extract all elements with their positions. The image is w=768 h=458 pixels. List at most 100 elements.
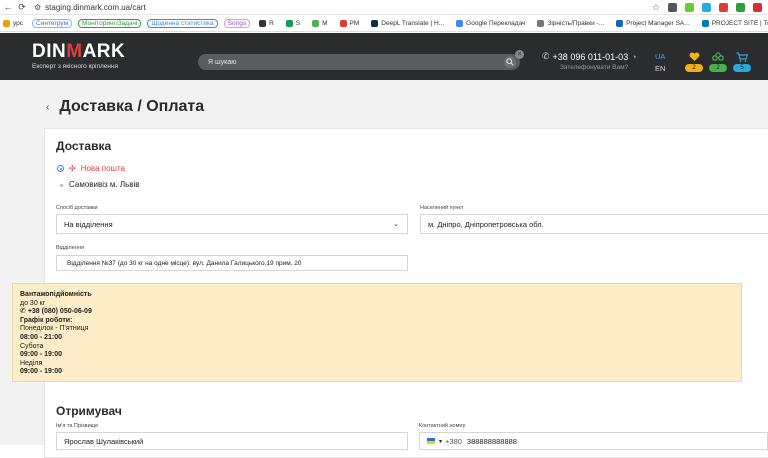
browser-toolbar: ← ⟳ ⚙ staging.dinmark.com.ua/cart ☆ (0, 0, 768, 15)
compare-button[interactable]: 2 (709, 52, 727, 72)
back-icon[interactable]: ‹ (46, 102, 49, 113)
compare-count: 2 (709, 64, 727, 72)
wishlist-count: 2 (685, 64, 703, 72)
search-input[interactable]: Я шукаю × (198, 50, 524, 70)
cart-icon (736, 52, 748, 62)
back-nav-icon[interactable]: ← (2, 1, 14, 13)
bookmark-favicon-icon (456, 19, 464, 27)
bookmark-item[interactable]: R (256, 19, 277, 28)
delivery-option-nova-poshta[interactable]: ✣ Нова пошта (57, 164, 125, 173)
language-switcher: UA EN (655, 51, 665, 75)
bookmark-favicon-icon (312, 19, 320, 27)
radio-unselected[interactable] (57, 181, 64, 188)
bookmark-item[interactable]: урс (0, 19, 26, 28)
bookmark-item[interactable]: S (283, 19, 303, 28)
recipient-phone-label: Контактний номер (419, 423, 466, 429)
phone-code-chevron-icon[interactable]: ▾ (439, 438, 442, 445)
weekdays-label: Понеділок - П'ятниця (20, 325, 89, 333)
page-title: Доставка / Оплата (59, 98, 205, 115)
bookmark-favicon-icon (371, 19, 379, 27)
city-input[interactable]: м. Дніпро, Дніпропетровська обл. (420, 214, 768, 234)
branch-select[interactable]: Відділення №37 (до 30 кг на одне місце):… (56, 255, 408, 271)
phone-icon: ✆ (542, 51, 550, 61)
recipient-section-title: Отримувач (56, 404, 122, 418)
extension-icon[interactable] (668, 2, 677, 12)
lang-ua[interactable]: UA (655, 51, 665, 63)
callback-link[interactable]: Зателефонувати Вам? (560, 64, 637, 71)
clear-icon[interactable]: × (515, 50, 524, 59)
header-actions: 2 2 5 (685, 52, 751, 72)
logo-tagline: Експерт з якісного кріплення (32, 63, 119, 70)
option-pickup-label: Самовивіз м. Львів (69, 180, 140, 189)
radio-selected[interactable] (57, 165, 64, 172)
bookmarks-bar: урс Синтегрум Моніторинг/Задачі Щоденна ста… (0, 15, 768, 32)
chevron-down-icon: ⌄ (393, 221, 399, 228)
branch-info-box: Вантажопідйомність до 30 кг ✆ +38 (080) … (12, 283, 742, 382)
delivery-section-title: Доставка (56, 139, 112, 153)
bookmark-item[interactable]: Project Manager SA... (613, 19, 693, 28)
bookmark-label: урс (13, 19, 24, 27)
wishlist-button[interactable]: 2 (685, 52, 703, 72)
nova-poshta-icon: ✣ (69, 164, 76, 173)
capacity-value: до 30 кг (20, 299, 46, 307)
recipient-name-input[interactable]: Ярослав Шулаківський (56, 432, 408, 450)
recipient-phone-value: 388888888888 (466, 436, 517, 446)
bookmark-item[interactable]: Синтегрум (32, 18, 73, 28)
bookmark-item[interactable]: Зірність/Правки -... (534, 19, 607, 28)
saturday-hours: 09:00 - 19:00 (20, 351, 63, 359)
delivery-option-pickup[interactable]: Самовивіз м. Львів (57, 180, 140, 189)
delivery-method-select[interactable]: На відділення ⌄ (56, 214, 408, 234)
recipient-name-label: Ім'я та Прізвище (56, 423, 99, 429)
header-phone[interactable]: ✆ +38 096 011-01-03 ◔ Зателефонувати Вам… (542, 51, 637, 71)
url-text: staging.dinmark.com.ua/cart (45, 2, 146, 12)
extension-icon[interactable] (736, 2, 745, 12)
bookmark-label: Синтегрум (36, 19, 69, 27)
extension-icon[interactable] (719, 2, 728, 12)
bookmark-favicon-icon (339, 19, 347, 27)
search-icon[interactable] (504, 56, 516, 68)
bookmark-item[interactable]: M (309, 19, 330, 28)
city-value: м. Дніпро, Дніпропетровська обл. (428, 219, 544, 229)
extension-icon[interactable] (685, 2, 694, 12)
bookmark-label: R (269, 19, 274, 27)
bookmark-item[interactable]: Google Перекладач (453, 19, 528, 28)
phone-number: +38 096 011-01-03 (552, 51, 629, 62)
bookmark-item[interactable]: PROJECT SITE | Trello (699, 19, 768, 28)
bookmark-label: PROJECT SITE | Trello (711, 19, 768, 27)
heart-icon (689, 52, 699, 62)
sunday-hours: 09:00 - 19:00 (20, 368, 63, 376)
reload-icon[interactable]: ⟳ (16, 1, 28, 13)
bookmark-item[interactable]: PM (337, 19, 363, 28)
address-bar[interactable]: ⚙ staging.dinmark.com.ua/cart (34, 3, 644, 12)
phone-code: +380 (445, 436, 462, 446)
site-header: DINMARK Експерт з якісного кріплення Я ш… (0, 33, 768, 80)
page-title-row: ‹ Доставка / Оплата (46, 98, 204, 116)
bookmark-item[interactable]: Songs (223, 18, 251, 28)
chevron-down-icon[interactable]: ◔ (631, 52, 636, 62)
extension-icon[interactable] (702, 2, 711, 12)
bookmark-item[interactable]: DeepL Translate | Н... (368, 19, 447, 28)
extensions-bar: ☆ (652, 2, 762, 13)
bookmark-favicon-icon (616, 19, 624, 27)
star-icon[interactable]: ☆ (652, 2, 660, 13)
option-nova-label: Нова пошта (80, 164, 125, 173)
search-placeholder: Я шукаю (208, 58, 237, 66)
extension-icon[interactable] (753, 2, 762, 12)
bookmark-item[interactable]: Щоденна статистика (147, 18, 218, 28)
bookmark-label: Щоденна статистика (151, 19, 214, 27)
compare-icon (712, 52, 724, 61)
checkout-page: ‹ Доставка / Оплата Доставка ✣ Нова пошт… (0, 80, 768, 458)
bookmark-label: Зірність/Правки -... (547, 19, 605, 27)
bookmark-item[interactable]: Моніторинг/Задачі (78, 18, 142, 28)
lang-en[interactable]: EN (655, 63, 665, 75)
logo[interactable]: DINMARK Експерт з якісного кріплення (32, 41, 142, 70)
bookmark-favicon-icon (701, 19, 709, 27)
logo-wordmark: DINMARK (32, 41, 126, 62)
recipient-phone-input[interactable]: ▾ +380 388888888888 (419, 432, 768, 450)
bookmark-label: Google Перекладач (466, 19, 526, 27)
bookmark-favicon-icon (537, 19, 545, 27)
site-info-icon[interactable]: ⚙ (34, 3, 41, 12)
saturday-label: Субота (20, 342, 44, 350)
delivery-method-value: На відділення (64, 219, 113, 229)
cart-button[interactable]: 5 (733, 52, 751, 72)
